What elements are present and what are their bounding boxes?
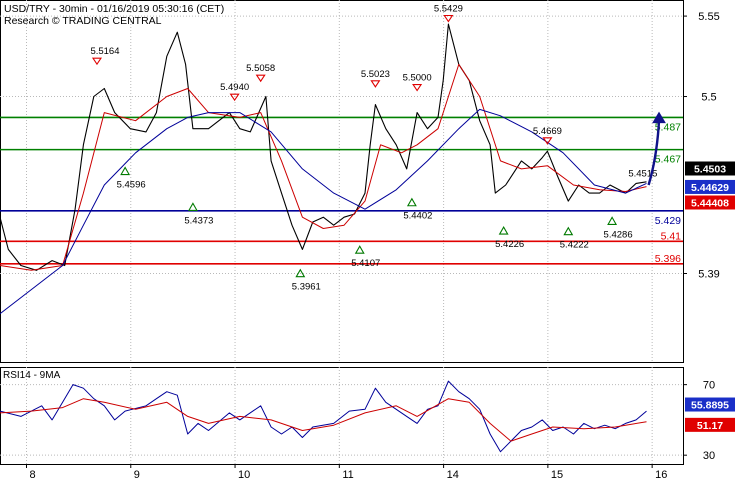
peak-label: 5.5058 [246,63,275,74]
peak-label: 5.5429 [434,4,463,15]
trough-label: 5.4226 [495,239,524,250]
trough-label: 5.4286 [604,229,633,240]
rsi-title: RSI14 - 9MA [3,370,61,381]
rsi-y-tick-label: 30 [703,450,715,462]
y-tick-label: 5.5 [701,92,716,104]
trough-label: 5.3961 [292,282,321,293]
rsi-y-tick-label: 70 [703,380,715,392]
chart-subtitle: Research © TRADING CENTRAL [4,15,162,27]
rsi-tag-label: 51.17 [697,420,723,432]
x-tick-label: 11 [342,469,353,480]
chart-title: USD/TRY - 30min - 01/16/2019 05:30:16 (C… [4,3,224,15]
peak-label: 5.5000 [403,73,432,84]
level-label: 5.41 [661,230,682,242]
chart-stage: 5.55 5.5 5.39 5.487 5.467 5.429 5.41 5.396 5.516… [0,0,735,481]
peak-label: 5.4669 [533,126,562,137]
x-tick-label: 15 [551,469,563,480]
x-tick-label: 8 [29,469,35,480]
peak-label: 5.5164 [90,46,119,57]
x-tick-label: 9 [134,469,140,480]
x-tick-label: 14 [447,469,459,480]
trough-label: 5.4402 [403,211,432,222]
chart-svg: 5.555.55.395.4875.4675.4295.415.3965.516… [0,0,735,481]
level-label: 5.429 [655,215,681,227]
level-label: 5.467 [655,154,681,166]
x-tick-label: 10 [238,469,250,480]
trough-label: 5.4373 [184,215,213,226]
y-tick-label: 5.39 [698,269,719,281]
trough-label: 5.4107 [351,258,380,269]
level-label: 5.396 [655,253,681,265]
x-tick-label: 16 [655,469,667,480]
rsi-tag-label: 55.8895 [691,400,729,412]
trough-label: 5.4222 [560,240,589,251]
price-tag-label: 5.44629 [691,182,729,194]
trough-label: 5.4596 [117,180,146,191]
y-tick-label: 5.55 [698,11,719,23]
peak-label: 5.4940 [220,82,249,93]
price-tag-label: 5.4503 [694,163,726,175]
peak-label: 5.5023 [361,69,390,80]
price-tag-label: 5.44408 [691,198,729,210]
